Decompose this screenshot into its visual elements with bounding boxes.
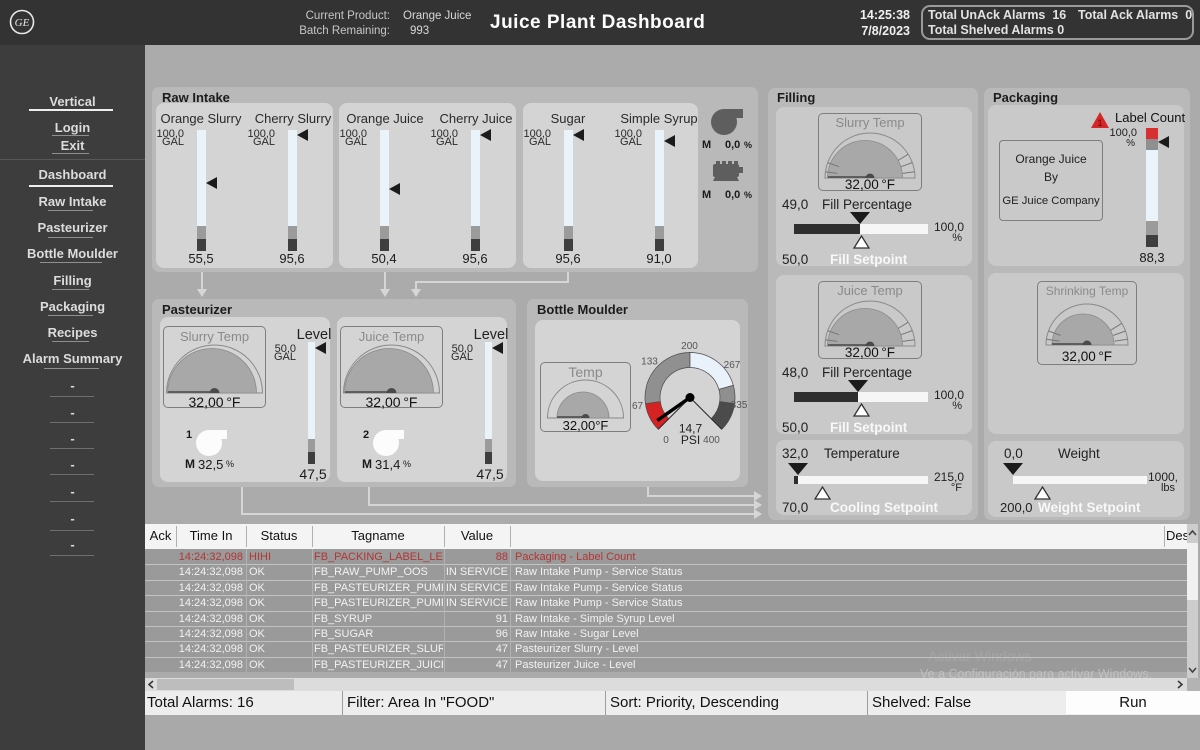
svg-text:335: 335	[731, 400, 748, 411]
svg-text:0: 0	[663, 435, 669, 446]
svg-text:133: 133	[641, 357, 658, 368]
svg-text:200: 200	[681, 341, 698, 352]
svg-text:400: 400	[703, 435, 720, 446]
svg-text:67: 67	[632, 401, 644, 412]
svg-text:GE: GE	[15, 17, 30, 29]
svg-text:PSI: PSI	[681, 433, 700, 447]
svg-text:267: 267	[724, 360, 741, 371]
